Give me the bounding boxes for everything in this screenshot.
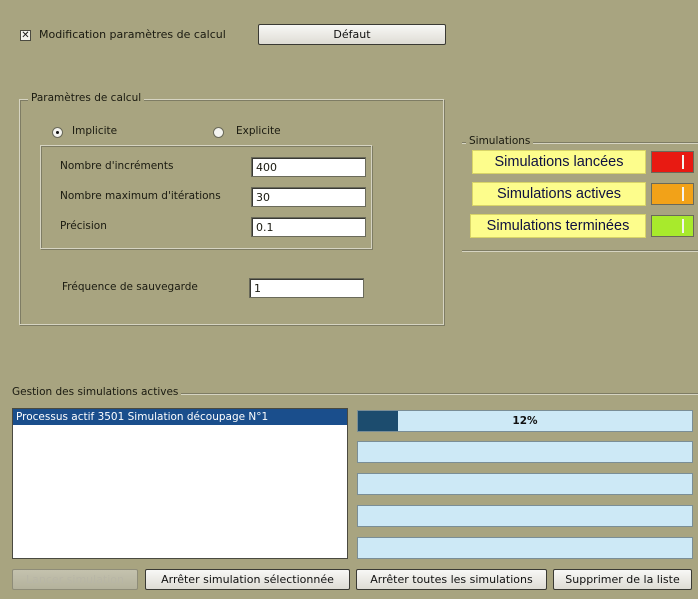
finished-label: Simulations terminées bbox=[470, 214, 646, 238]
finished-color-swatch bbox=[651, 215, 694, 237]
increments-label: Nombre d'incréments bbox=[60, 160, 174, 172]
save-frequency-label: Fréquence de sauvegarde bbox=[62, 281, 198, 293]
process-list-item[interactable]: Processus actif 3501 Simulation découpag… bbox=[13, 409, 347, 425]
max-iterations-input[interactable]: 30 bbox=[251, 187, 366, 207]
launch-simulation-button[interactable]: Lancer simulation bbox=[12, 569, 138, 590]
precision-label: Précision bbox=[60, 220, 107, 232]
increments-input[interactable]: 400 bbox=[251, 157, 366, 177]
progress-percent: 12% bbox=[512, 415, 538, 427]
simulations-legend: Simulations bbox=[466, 135, 534, 147]
stop-selected-button[interactable]: Arrêter simulation sélectionnée bbox=[145, 569, 350, 590]
progress-bar: 12% bbox=[357, 410, 693, 432]
simulations-bottom-rule bbox=[462, 250, 698, 252]
calc-params-legend: Paramètres de calcul bbox=[28, 92, 145, 104]
progress-bar-empty bbox=[357, 537, 693, 559]
save-frequency-input[interactable]: 1 bbox=[249, 278, 364, 298]
precision-input[interactable]: 0.1 bbox=[251, 217, 366, 237]
progress-bar-empty bbox=[357, 441, 693, 463]
launched-color-swatch bbox=[651, 151, 694, 173]
default-button[interactable]: Défaut bbox=[258, 24, 446, 45]
active-process-list[interactable]: Processus actif 3501 Simulation découpag… bbox=[12, 408, 348, 559]
implicit-label: Implicite bbox=[72, 125, 118, 137]
explicit-radio[interactable] bbox=[213, 127, 224, 138]
explicit-label: Explicite bbox=[236, 125, 281, 137]
active-label: Simulations actives bbox=[472, 182, 646, 206]
launched-label: Simulations lancées bbox=[472, 150, 646, 174]
checkbox-check-icon: ✕ bbox=[21, 29, 30, 41]
progress-bar-empty bbox=[357, 473, 693, 495]
implicit-radio[interactable] bbox=[52, 127, 63, 138]
remove-from-list-button[interactable]: Supprimer de la liste bbox=[553, 569, 692, 590]
active-color-swatch bbox=[651, 183, 694, 205]
modify-params-checkbox[interactable]: ✕ bbox=[20, 30, 31, 41]
max-iterations-label: Nombre maximum d'itérations bbox=[60, 190, 221, 202]
modify-params-label: Modification paramètres de calcul bbox=[39, 28, 226, 41]
management-legend: Gestion des simulations actives bbox=[10, 386, 182, 398]
progress-bar-empty bbox=[357, 505, 693, 527]
stop-all-button[interactable]: Arrêter toutes les simulations bbox=[356, 569, 547, 590]
